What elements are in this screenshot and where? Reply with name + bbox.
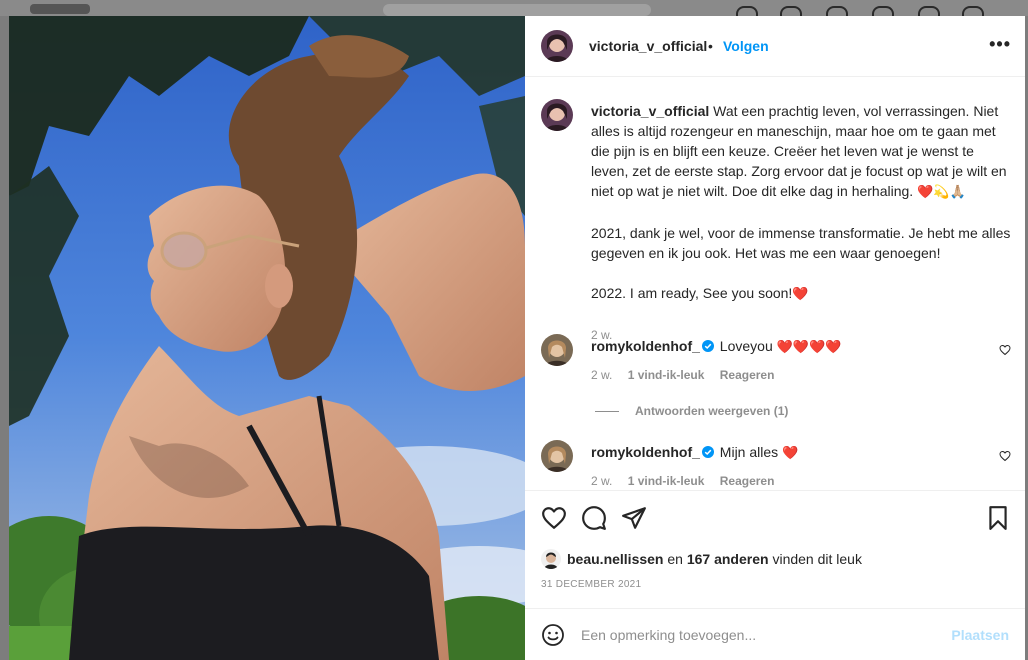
reply-button[interactable]: Reageren [720, 474, 775, 488]
follow-button[interactable]: Volgen [723, 38, 769, 54]
comment-line: romykoldenhof_ Loveyou ❤️❤️❤️❤️ [591, 336, 841, 358]
background-search [383, 4, 651, 16]
verified-badge-icon [701, 446, 714, 458]
reply-button[interactable]: Reageren [720, 368, 775, 382]
share-paper-plane-icon[interactable] [621, 505, 647, 531]
other-likers-link[interactable]: 167 anderen [687, 551, 769, 567]
caption-emoji: ❤️ [792, 287, 809, 302]
caption-paragraph-3: 2022. I am ready, See you soon! [591, 285, 793, 301]
post-date[interactable]: 31 DECEMBER 2021 [541, 579, 641, 590]
save-bookmark-icon[interactable] [985, 505, 1011, 531]
background-nav-bar [0, 0, 1028, 18]
commenter-username[interactable]: romykoldenhof_ [591, 338, 700, 354]
caption-paragraph: 2022. I am ready, See you soon!❤️ [591, 283, 1013, 305]
post-actions: beau.nellissen en 167 anderen vinden dit… [525, 490, 1025, 609]
like-heart-icon[interactable] [541, 505, 567, 531]
view-replies-button[interactable]: Antwoorden weergeven (1) [595, 404, 788, 418]
post-header: victoria_v_official • Volgen ••• [525, 16, 1025, 77]
post-details-panel: victoria_v_official • Volgen ••• victori… [525, 16, 1025, 660]
liker-avatar[interactable] [541, 549, 561, 569]
commenter-avatar[interactable] [541, 334, 573, 366]
comment-line: romykoldenhof_ Mijn alles ❤️ [591, 442, 798, 464]
emoji-icon[interactable] [541, 623, 565, 647]
add-comment-bar: Plaatsen [525, 608, 1025, 660]
comment-emoji: ❤️❤️❤️❤️ [776, 340, 842, 355]
author-avatar[interactable] [541, 30, 573, 62]
like-comment-heart-icon[interactable] [999, 450, 1011, 462]
more-options-icon[interactable]: ••• [989, 34, 1011, 55]
commenter-avatar[interactable] [541, 440, 573, 472]
comment-time[interactable]: 2 w. [591, 368, 612, 382]
caption-avatar[interactable] [541, 99, 573, 131]
caption-username[interactable]: victoria_v_official [591, 103, 709, 119]
comment-likes[interactable]: 1 vind-ik-leuk [628, 474, 705, 488]
comment-meta: 2 w. 1 vind-ik-leuk Reageren [591, 368, 786, 382]
post-comment-button[interactable]: Plaatsen [951, 627, 1009, 643]
comment-likes[interactable]: 1 vind-ik-leuk [628, 368, 705, 382]
comment-text: Loveyou [719, 338, 773, 354]
like-comment-heart-icon[interactable] [999, 344, 1011, 356]
liked-by-and: en [667, 551, 683, 567]
replies-divider [595, 411, 619, 413]
post-photo[interactable] [9, 16, 525, 660]
comment-bubble-icon[interactable] [581, 505, 607, 531]
post-modal: victoria_v_official • Volgen ••• victori… [9, 16, 1025, 660]
caption-text: victoria_v_official Wat een prachtig lev… [591, 101, 1013, 345]
caption-paragraph: victoria_v_official Wat een prachtig lev… [591, 101, 1013, 203]
verified-badge-icon [701, 340, 714, 352]
liked-by-suffix: vinden dit leuk [772, 551, 862, 567]
commenter-username[interactable]: romykoldenhof_ [591, 444, 700, 460]
comment-text: Mijn alles [719, 444, 779, 460]
view-replies-label: Antwoorden weergeven (1) [635, 404, 789, 418]
comment-time[interactable]: 2 w. [591, 474, 612, 488]
separator-dot: • [708, 38, 713, 54]
comment-meta: 2 w. 1 vind-ik-leuk Reageren [591, 474, 786, 488]
author-username[interactable]: victoria_v_official [589, 38, 707, 54]
liked-by-summary: beau.nellissen en 167 anderen vinden dit… [541, 549, 862, 569]
add-comment-input[interactable] [581, 625, 941, 645]
caption-paragraph: 2021, dank je wel, voor de immense trans… [591, 225, 1011, 261]
background-logo [30, 4, 90, 14]
caption-emoji: ❤️💫🙏🏼 [917, 185, 966, 200]
liker-username[interactable]: beau.nellissen [567, 551, 663, 567]
comments-scroll-area[interactable]: victoria_v_official Wat een prachtig lev… [525, 77, 1025, 490]
comment-emoji: ❤️ [782, 446, 799, 461]
